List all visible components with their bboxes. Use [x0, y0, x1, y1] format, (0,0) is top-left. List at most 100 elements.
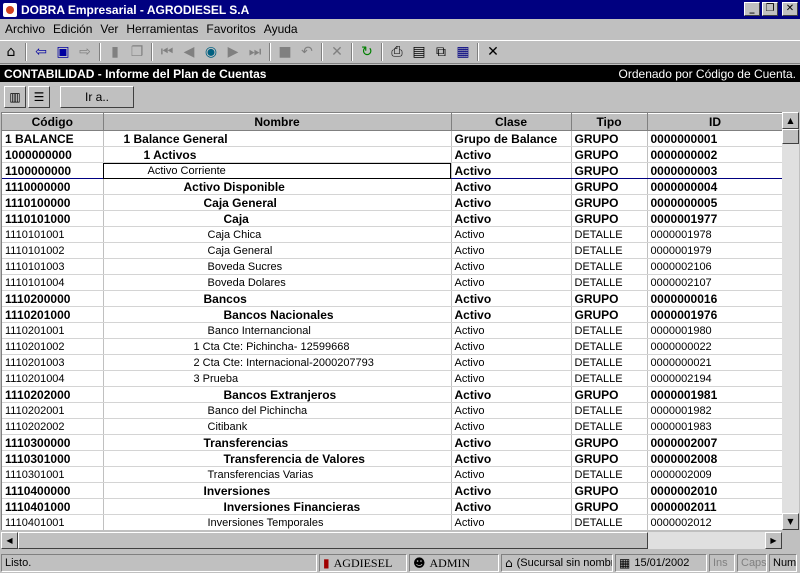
cell-codigo[interactable]: 1110201001 [2, 322, 104, 339]
cell-codigo[interactable]: 1100000000 [2, 162, 104, 179]
cell-codigo[interactable]: 1110101003 [2, 258, 104, 275]
save-icon[interactable]: ▦ [452, 41, 474, 63]
cell-tipo[interactable]: GRUPO [571, 386, 648, 403]
cell-nombre[interactable]: 1 Balance General [103, 130, 452, 147]
table-row[interactable]: 1110301001 Transferencias Varias Activo DET… [2, 466, 782, 483]
cell-clase[interactable]: Activo [451, 338, 572, 355]
cell-codigo[interactable]: 1110202001 [2, 402, 104, 419]
menu-archivo[interactable]: Archivo [0, 22, 48, 36]
export-icon[interactable]: ⧉ [430, 41, 452, 63]
cell-tipo[interactable]: GRUPO [571, 130, 648, 147]
table-row[interactable]: 1100000000 Activo Corriente Activo GRUPO 000… [2, 162, 782, 179]
cell-codigo[interactable]: 1110300000 [2, 434, 104, 451]
cell-id[interactable]: 0000000003 [647, 162, 782, 179]
cell-nombre[interactable]: Inversiones Temporales [103, 514, 452, 530]
cell-nombre[interactable]: 1 Activos [103, 146, 452, 163]
cell-tipo[interactable]: GRUPO [571, 210, 648, 227]
cell-codigo[interactable]: 1110201002 [2, 338, 104, 355]
cell-id[interactable]: 0000000001 [647, 130, 782, 147]
menu-ver[interactable]: Ver [95, 22, 121, 36]
cell-id[interactable]: 0000001981 [647, 386, 782, 403]
table-row[interactable]: 1110101004 Boveda Dolares Activo DETALLE 000… [2, 274, 782, 291]
cell-tipo[interactable]: DETALLE [571, 466, 648, 483]
cell-tipo[interactable]: GRUPO [571, 498, 648, 515]
forward-icon[interactable]: ⇨ [74, 41, 96, 63]
vertical-scrollbar[interactable]: ▲ ▼ [782, 112, 799, 530]
cell-id[interactable]: 0000001983 [647, 418, 782, 435]
cell-clase[interactable]: Activo [451, 434, 572, 451]
menu-favoritos[interactable]: Favoritos [201, 22, 258, 36]
cell-nombre[interactable]: Banco Internancional [103, 322, 452, 339]
delete-icon[interactable]: ✕ [326, 41, 348, 63]
cell-nombre[interactable]: 3 Prueba [103, 370, 452, 387]
columns-view-button[interactable]: ▥ [4, 86, 26, 108]
scroll-left-button[interactable]: ◀ [1, 532, 18, 549]
cell-id[interactable]: 0000002107 [647, 274, 782, 291]
cell-clase[interactable]: Activo [451, 386, 572, 403]
cell-clase[interactable]: Activo [451, 274, 572, 291]
cell-clase[interactable]: Activo [451, 466, 572, 483]
table-row[interactable]: 1110202000 Bancos Extranjeros Activo GRUPO 0… [2, 386, 782, 403]
cell-id[interactable]: 0000001977 [647, 210, 782, 227]
stop-icon[interactable]: ■ [274, 41, 296, 63]
cell-clase[interactable]: Grupo de Balance [451, 130, 572, 147]
cell-nombre[interactable]: Activo Corriente [103, 162, 452, 179]
column-header-nombre[interactable]: Nombre [103, 113, 452, 131]
cell-id[interactable]: 0000001976 [647, 306, 782, 323]
cell-id[interactable]: 0000000002 [647, 146, 782, 163]
table-row[interactable]: 1 BALANCE 1 Balance General Grupo de Balan… [2, 130, 782, 147]
table-row[interactable]: 1110101001 Caja Chica Activo DETALLE 0000001… [2, 226, 782, 243]
cell-tipo[interactable]: DETALLE [571, 242, 648, 259]
vertical-scroll-thumb[interactable] [782, 129, 799, 144]
table-row[interactable]: 1110101002 Caja General Activo DETALLE 00000… [2, 242, 782, 259]
copy-icon[interactable]: ❐ [126, 41, 148, 63]
scroll-down-button[interactable]: ▼ [782, 513, 799, 530]
cell-tipo[interactable]: GRUPO [571, 306, 648, 323]
cell-clase[interactable]: Activo [451, 226, 572, 243]
table-row[interactable]: 1110202001 Banco del Pichincha Activo DETAL… [2, 402, 782, 419]
refresh-icon[interactable]: ↻ [356, 41, 378, 63]
cell-tipo[interactable]: DETALLE [571, 338, 648, 355]
cell-id[interactable]: 0000000021 [647, 354, 782, 371]
horizontal-scrollbar[interactable]: ◀ ▶ [1, 532, 782, 549]
cell-tipo[interactable]: GRUPO [571, 482, 648, 499]
cell-codigo[interactable]: 1110101000 [2, 210, 104, 227]
table-row[interactable]: 1110201001 Banco Internancional Activo DETA… [2, 322, 782, 339]
table-row[interactable]: 1110201004 3 Prueba Activo DETALLE 000000219… [2, 370, 782, 387]
cell-clase[interactable]: Activo [451, 418, 572, 435]
table-row[interactable]: 1110301000 Transferencia de Valores Activo… [2, 450, 782, 467]
table-row[interactable]: 1110300000 Transferencias Activo GRUPO 00000… [2, 434, 782, 451]
table-row[interactable]: 1110401000 Inversiones Financieras Activo G… [2, 498, 782, 515]
cell-nombre[interactable]: Banco del Pichincha [103, 402, 452, 419]
cell-clase[interactable]: Activo [451, 162, 572, 179]
cell-id[interactable]: 0000002009 [647, 466, 782, 483]
table-row[interactable]: 1110201000 Bancos Nacionales Activo GRUPO 00… [2, 306, 782, 323]
table-row[interactable]: 1110201003 2 Cta Cte: Internacional-20002… [2, 354, 782, 371]
table-row[interactable]: 1110200000 Bancos Activo GRUPO 0000000016 [2, 290, 782, 307]
table-row[interactable]: 1110201002 1 Cta Cte: Pichincha- 12599668… [2, 338, 782, 355]
cell-tipo[interactable]: DETALLE [571, 258, 648, 275]
cell-codigo[interactable]: 1110202002 [2, 418, 104, 435]
preview-icon[interactable]: ▤ [408, 41, 430, 63]
cell-id[interactable]: 0000000005 [647, 194, 782, 211]
cell-codigo[interactable]: 1110301000 [2, 450, 104, 467]
cell-codigo[interactable]: 1110000000 [2, 178, 104, 195]
menu-herramientas[interactable]: Herramientas [121, 22, 201, 36]
cell-codigo[interactable]: 1110400000 [2, 482, 104, 499]
cell-id[interactable]: 0000002012 [647, 514, 782, 530]
cell-codigo[interactable]: 1000000000 [2, 146, 104, 163]
close-x-icon[interactable]: ✕ [482, 41, 504, 63]
cell-id[interactable]: 0000001980 [647, 322, 782, 339]
cell-tipo[interactable]: GRUPO [571, 434, 648, 451]
first-icon[interactable]: ⏮ [156, 41, 178, 63]
cell-tipo[interactable]: GRUPO [571, 290, 648, 307]
column-header-codigo[interactable]: Código [2, 113, 104, 131]
cell-clase[interactable]: Activo [451, 306, 572, 323]
cell-id[interactable]: 0000002010 [647, 482, 782, 499]
next-icon[interactable]: ▶ [222, 41, 244, 63]
cell-tipo[interactable]: GRUPO [571, 146, 648, 163]
cell-codigo[interactable]: 1110201003 [2, 354, 104, 371]
scroll-right-button[interactable]: ▶ [765, 532, 782, 549]
cell-clase[interactable]: Activo [451, 210, 572, 227]
cell-tipo[interactable]: DETALLE [571, 402, 648, 419]
